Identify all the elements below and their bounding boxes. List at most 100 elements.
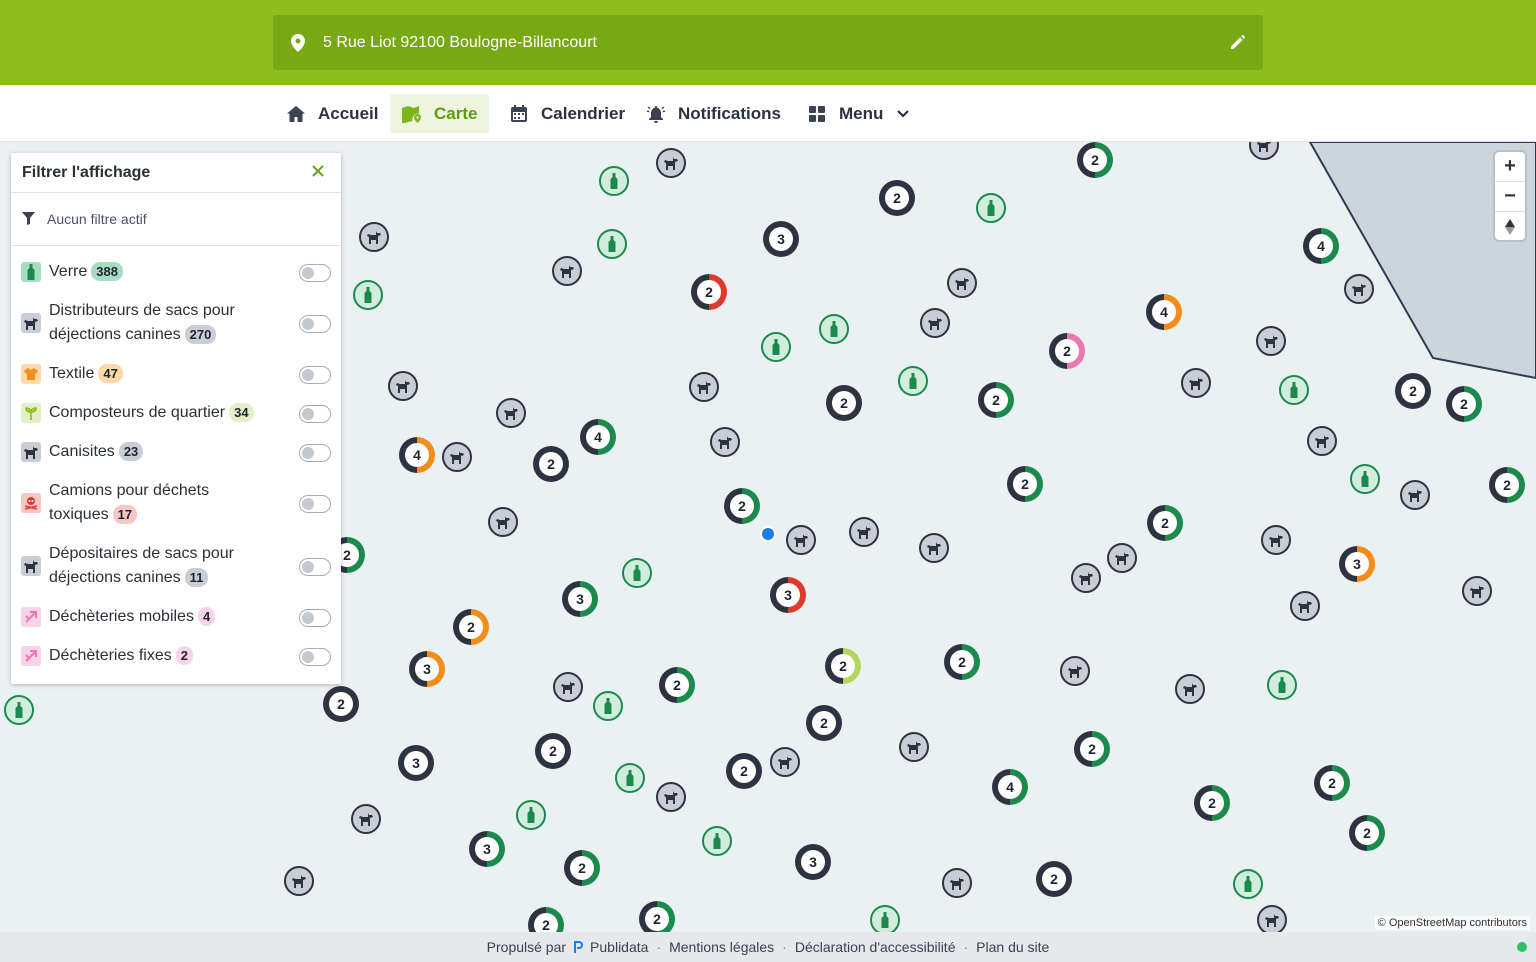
cluster-marker[interactable]: 2 (535, 733, 571, 769)
glass-container-marker[interactable] (353, 280, 383, 310)
glass-container-marker[interactable] (976, 193, 1006, 223)
dog-bag-marker[interactable] (442, 442, 472, 472)
cluster-marker[interactable]: 2 (726, 753, 762, 789)
nav-accueil[interactable]: Accueil (274, 94, 390, 133)
pencil-icon[interactable] (1229, 33, 1247, 51)
dog-bag-marker[interactable] (1400, 480, 1430, 510)
cluster-marker[interactable]: 3 (763, 221, 799, 257)
dog-bag-marker[interactable] (1344, 274, 1374, 304)
zoom-out-button[interactable]: − (1495, 182, 1525, 212)
footer-link-accessibility[interactable]: Déclaration d'accessibilité (795, 939, 956, 955)
dog-bag-marker[interactable] (1257, 905, 1287, 932)
cluster-marker[interactable]: 3 (469, 831, 505, 867)
dog-bag-marker[interactable] (656, 148, 686, 178)
zoom-in-button[interactable]: + (1495, 152, 1525, 182)
dog-bag-marker[interactable] (899, 732, 929, 762)
glass-container-marker[interactable] (702, 826, 732, 856)
cluster-marker[interactable]: 2 (1007, 466, 1043, 502)
toggle-switch[interactable] (299, 315, 331, 333)
cluster-marker[interactable]: 3 (409, 651, 445, 687)
dog-bag-marker[interactable] (1060, 656, 1090, 686)
dog-bag-marker[interactable] (1181, 368, 1211, 398)
dog-bag-marker[interactable] (1107, 543, 1137, 573)
glass-container-marker[interactable] (819, 314, 849, 344)
cluster-marker[interactable]: 4 (1303, 228, 1339, 264)
footer-link-sitemap[interactable]: Plan du site (976, 939, 1049, 955)
toggle-switch[interactable] (299, 609, 331, 627)
glass-container-marker[interactable] (599, 166, 629, 196)
dog-bag-marker[interactable] (351, 804, 381, 834)
cluster-marker[interactable]: 2 (323, 686, 359, 722)
provider-link[interactable]: Publidata (590, 939, 648, 955)
cluster-marker[interactable]: 2 (533, 446, 569, 482)
dog-bag-marker[interactable] (947, 268, 977, 298)
dog-bag-marker[interactable] (689, 372, 719, 402)
glass-container-marker[interactable] (615, 763, 645, 793)
cluster-marker[interactable]: 3 (398, 745, 434, 781)
dog-bag-marker[interactable] (552, 256, 582, 286)
toggle-switch[interactable] (299, 558, 331, 576)
toggle-switch[interactable] (299, 264, 331, 282)
cluster-marker[interactable]: 2 (691, 274, 727, 310)
cluster-marker[interactable]: 3 (1339, 546, 1375, 582)
glass-container-marker[interactable] (1279, 375, 1309, 405)
toggle-switch[interactable] (299, 366, 331, 384)
nav-menu[interactable]: Menu (795, 94, 921, 133)
cluster-marker[interactable]: 2 (1395, 373, 1431, 409)
cluster-marker[interactable]: 2 (1349, 815, 1385, 851)
dog-bag-marker[interactable] (359, 222, 389, 252)
cluster-marker[interactable]: 2 (1036, 861, 1072, 897)
cluster-marker[interactable]: 2 (1074, 731, 1110, 767)
cluster-marker[interactable]: 2 (639, 901, 675, 932)
compass-button[interactable] (1495, 212, 1525, 241)
dog-bag-marker[interactable] (284, 866, 314, 896)
toggle-switch[interactable] (299, 405, 331, 423)
glass-container-marker[interactable] (870, 905, 900, 932)
cluster-marker[interactable]: 2 (826, 385, 862, 421)
dog-bag-marker[interactable] (1307, 426, 1337, 456)
glass-container-marker[interactable] (516, 800, 546, 830)
nav-notifications[interactable]: Notifications (634, 94, 793, 133)
glass-container-marker[interactable] (1233, 869, 1263, 899)
cluster-marker[interactable]: 3 (562, 581, 598, 617)
cluster-marker[interactable]: 2 (879, 180, 915, 216)
dog-bag-marker[interactable] (388, 371, 418, 401)
cluster-marker[interactable]: 4 (992, 769, 1028, 805)
cluster-marker[interactable]: 2 (1446, 386, 1482, 422)
glass-container-marker[interactable] (597, 229, 627, 259)
dog-bag-marker[interactable] (920, 308, 950, 338)
dog-bag-marker[interactable] (1071, 563, 1101, 593)
cluster-marker[interactable]: 3 (770, 577, 806, 613)
cluster-marker[interactable]: 4 (399, 437, 435, 473)
dog-bag-marker[interactable] (656, 782, 686, 812)
cluster-marker[interactable]: 2 (453, 609, 489, 645)
cluster-marker[interactable]: 2 (724, 488, 760, 524)
cluster-marker[interactable]: 4 (580, 419, 616, 455)
nav-calendrier[interactable]: Calendrier (497, 94, 637, 133)
address-bar[interactable]: 5 Rue Liot 92100 Boulogne-Billancourt (273, 15, 1263, 70)
cluster-marker[interactable]: 2 (1314, 765, 1350, 801)
dog-bag-marker[interactable] (770, 747, 800, 777)
dog-bag-marker[interactable] (919, 533, 949, 563)
dog-bag-marker[interactable] (496, 398, 526, 428)
glass-container-marker[interactable] (898, 366, 928, 396)
toggle-switch[interactable] (299, 495, 331, 513)
cluster-marker[interactable]: 2 (806, 705, 842, 741)
dog-bag-marker[interactable] (1256, 326, 1286, 356)
cluster-marker[interactable]: 2 (1077, 142, 1113, 178)
dog-bag-marker[interactable] (488, 507, 518, 537)
footer-link-mentions[interactable]: Mentions légales (669, 939, 774, 955)
dog-bag-marker[interactable] (786, 525, 816, 555)
cluster-marker[interactable]: 2 (825, 648, 861, 684)
toggle-switch[interactable] (299, 648, 331, 666)
dog-bag-marker[interactable] (553, 672, 583, 702)
cluster-marker[interactable]: 2 (944, 644, 980, 680)
glass-container-marker[interactable] (593, 691, 623, 721)
cluster-marker[interactable]: 2 (1049, 333, 1085, 369)
cluster-marker[interactable]: 2 (1147, 505, 1183, 541)
cluster-marker[interactable]: 2 (659, 667, 695, 703)
dog-bag-marker[interactable] (1290, 591, 1320, 621)
glass-container-marker[interactable] (622, 558, 652, 588)
cluster-marker[interactable]: 4 (1146, 294, 1182, 330)
glass-container-marker[interactable] (1267, 670, 1297, 700)
